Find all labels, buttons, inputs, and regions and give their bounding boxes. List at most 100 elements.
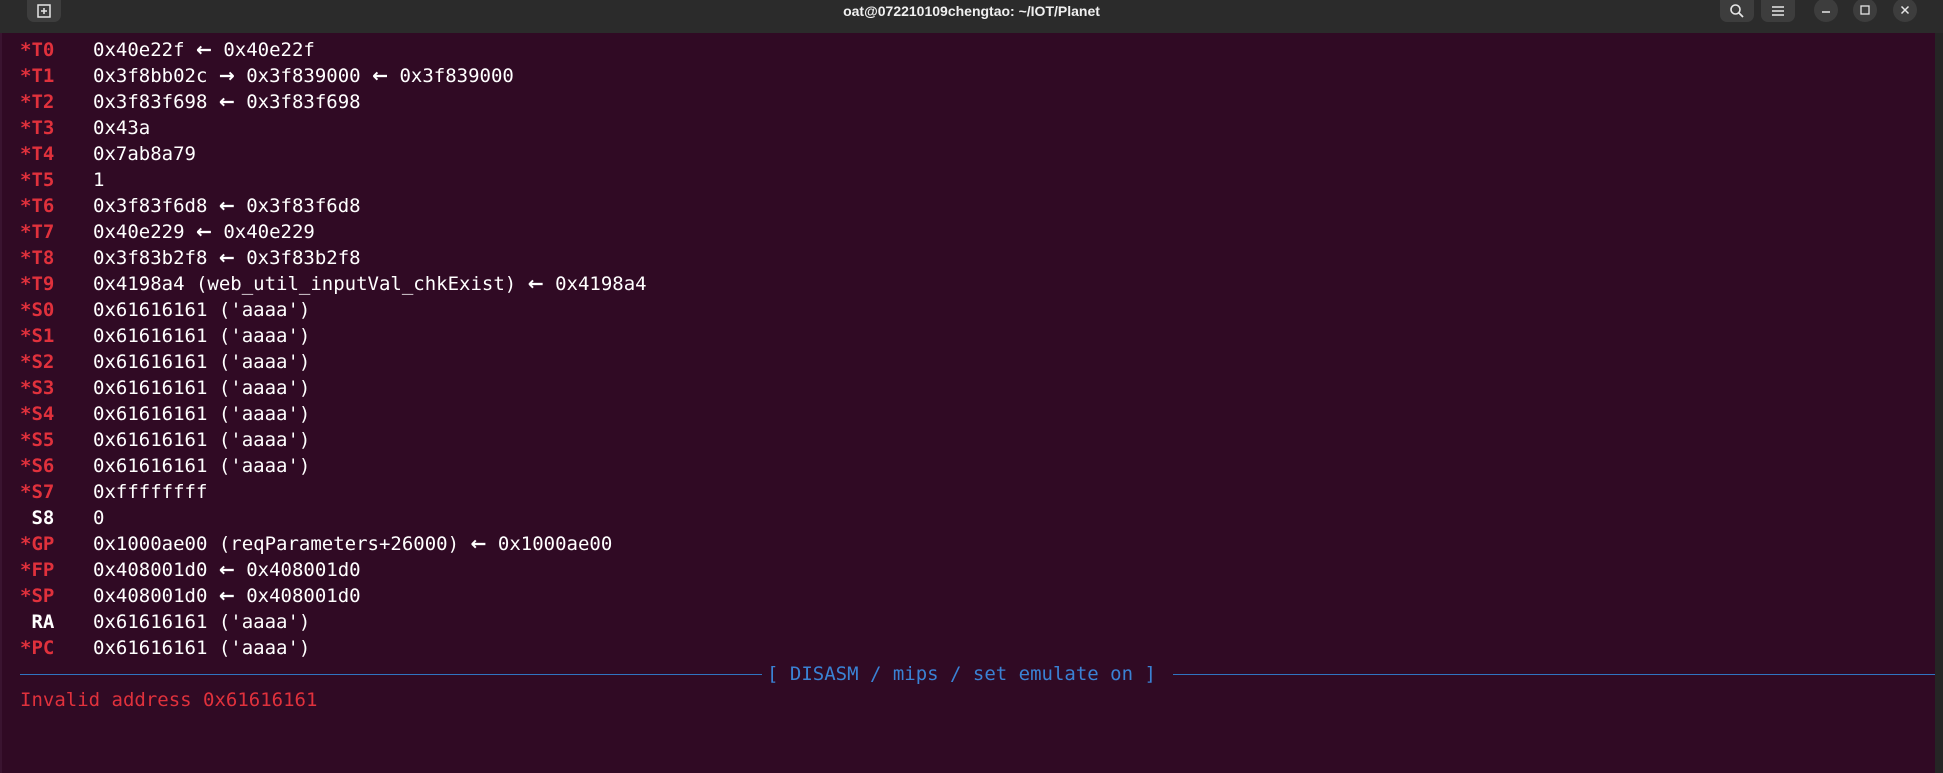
- separator-line-left: [20, 674, 762, 675]
- register-value: 1: [93, 167, 104, 193]
- register-value: 0x40e22f ← 0x40e22f: [93, 37, 315, 63]
- left-arrow-icon: ←: [218, 195, 235, 217]
- register-row: *S2 0x61616161 ('aaaa'): [20, 349, 1920, 375]
- scrollbar[interactable]: [1935, 33, 1943, 773]
- register-name: *T6: [20, 195, 55, 217]
- separator-line-right: [1173, 674, 1938, 675]
- register-name: *S4: [20, 403, 55, 425]
- value-text: 0x3f83f6d8: [246, 195, 361, 217]
- register-row: *S5 0x61616161 ('aaaa'): [20, 427, 1920, 453]
- register-row: *T2 0x3f83f698 ← 0x3f83f698: [20, 89, 1920, 115]
- value-text: 0x3f83f6d8: [93, 195, 208, 217]
- close-icon: [1900, 5, 1910, 15]
- register-row: S8 0: [20, 505, 1920, 531]
- left-arrow-icon: ←: [218, 247, 235, 269]
- register-value: 0x43a: [93, 115, 150, 141]
- terminal-output[interactable]: *T0 0x40e22f ← 0x40e22f *T1 0x3f8bb02c → 0x…: [20, 37, 1938, 713]
- register-row: *SP 0x408001d0 ← 0x408001d0: [20, 583, 1920, 609]
- value-text: 0x61616161 ('aaaa'): [93, 299, 311, 321]
- value-text: 1: [93, 169, 105, 191]
- value-text: 0x40e229: [223, 221, 315, 243]
- register-row: *T8 0x3f83b2f8 ← 0x3f83b2f8: [20, 245, 1920, 271]
- left-arrow-icon: ←: [218, 559, 235, 581]
- register-row: *T5 1: [20, 167, 1920, 193]
- register-value: 0x61616161 ('aaaa'): [93, 453, 310, 479]
- register-value: 0x40e229 ← 0x40e229: [93, 219, 315, 245]
- register-name: *T8: [20, 247, 55, 269]
- left-arrow-icon: ←: [372, 65, 388, 87]
- value-text: 0x61616161 ('aaaa'): [93, 455, 311, 477]
- register-name: *S2: [20, 351, 55, 373]
- window-left-edge: [0, 33, 2, 773]
- register-name: *T9: [20, 273, 55, 295]
- register-value: 0x408001d0 ← 0x408001d0: [93, 557, 361, 583]
- register-row: *T1 0x3f8bb02c → 0x3f839000 ← 0x3f839000: [20, 63, 1920, 89]
- register-value: 0: [93, 505, 104, 531]
- value-text: 0x7ab8a79: [93, 143, 196, 165]
- value-text: 0x61616161 ('aaaa'): [93, 429, 311, 451]
- left-arrow-icon: ←: [218, 91, 235, 113]
- value-text: 0x3f83b2f8: [246, 247, 361, 269]
- search-button[interactable]: [1720, 0, 1754, 22]
- register-row: *PC 0x61616161 ('aaaa'): [20, 635, 1920, 661]
- value-text: 0x61616161 ('aaaa'): [93, 611, 311, 633]
- register-name: *S6: [20, 455, 55, 477]
- register-row: *T6 0x3f83f6d8 ← 0x3f83f6d8: [20, 193, 1920, 219]
- value-text: 0x61616161 ('aaaa'): [93, 377, 311, 399]
- value-text: 0x1000ae00 (reqParameters+26000): [93, 533, 460, 555]
- register-name: *T0: [20, 39, 55, 61]
- value-text: 0x40e229: [93, 221, 185, 243]
- register-name: *S7: [20, 481, 55, 503]
- register-name: *T7: [20, 221, 55, 243]
- register-name: *GP: [20, 533, 55, 555]
- register-name: *T3: [20, 117, 55, 139]
- search-icon: [1730, 4, 1744, 18]
- register-name: *PC: [20, 637, 55, 659]
- register-value: 0x3f83f6d8 ← 0x3f83f6d8: [93, 193, 361, 219]
- register-value: 0x61616161 ('aaaa'): [93, 349, 310, 375]
- value-text: 0xffffffff: [93, 481, 208, 503]
- value-text: 0: [93, 507, 105, 529]
- register-name: *S3: [20, 377, 55, 399]
- register-value: 0x3f83b2f8 ← 0x3f83b2f8: [93, 245, 361, 271]
- error-message: Invalid address 0x61616161: [20, 689, 318, 711]
- register-name: *FP: [20, 559, 55, 581]
- register-name: S8: [20, 507, 55, 529]
- register-value: 0x61616161 ('aaaa'): [93, 609, 310, 635]
- register-value: 0x61616161 ('aaaa'): [93, 323, 310, 349]
- value-text: 0x43a: [93, 117, 151, 139]
- register-value: 0x3f8bb02c → 0x3f839000 ← 0x3f839000: [93, 63, 514, 89]
- register-row: *GP 0x1000ae00 (reqParameters+26000) ← 0x…: [20, 531, 1920, 557]
- disasm-header: [ DISASM / mips / set emulate on ]: [767, 663, 1156, 685]
- register-name: *SP: [20, 585, 55, 607]
- register-name: *T1: [20, 65, 55, 87]
- register-row: *S1 0x61616161 ('aaaa'): [20, 323, 1920, 349]
- value-text: 0x61616161 ('aaaa'): [93, 637, 311, 659]
- register-row: *S4 0x61616161 ('aaaa'): [20, 401, 1920, 427]
- register-row: *T7 0x40e229 ← 0x40e229: [20, 219, 1920, 245]
- minimize-icon: [1822, 11, 1830, 13]
- register-row: *S3 0x61616161 ('aaaa'): [20, 375, 1920, 401]
- register-value: 0x61616161 ('aaaa'): [93, 635, 310, 661]
- value-text: 0x61616161 ('aaaa'): [93, 325, 311, 347]
- register-name: *T4: [20, 143, 55, 165]
- register-row: *S6 0x61616161 ('aaaa'): [20, 453, 1920, 479]
- register-row: *T9 0x4198a4 (web_util_inputVal_chkExist)…: [20, 271, 1920, 297]
- terminal-window: oat@072210109chengtao: ~/IOT/Planet *T0 …: [0, 0, 1943, 773]
- value-text: 0x3f83f698: [246, 91, 361, 113]
- value-text: 0x4198a4 (web_util_inputVal_chkExist): [93, 273, 517, 295]
- register-name: *S5: [20, 429, 55, 451]
- value-text: 0x408001d0: [93, 559, 208, 581]
- register-value: 0x61616161 ('aaaa'): [93, 297, 310, 323]
- register-name: *S0: [20, 299, 55, 321]
- register-value: 0x7ab8a79: [93, 141, 196, 167]
- left-arrow-icon: ←: [195, 221, 212, 243]
- register-name: *T5: [20, 169, 55, 191]
- left-arrow-icon: ←: [195, 39, 212, 61]
- register-row: *T4 0x7ab8a79: [20, 141, 1920, 167]
- left-arrow-icon: ←: [527, 273, 544, 295]
- register-row: RA 0x61616161 ('aaaa'): [20, 609, 1920, 635]
- window-title: oat@072210109chengtao: ~/IOT/Planet: [843, 3, 1100, 19]
- menu-button[interactable]: [1761, 0, 1795, 22]
- maximize-icon: [1860, 5, 1870, 15]
